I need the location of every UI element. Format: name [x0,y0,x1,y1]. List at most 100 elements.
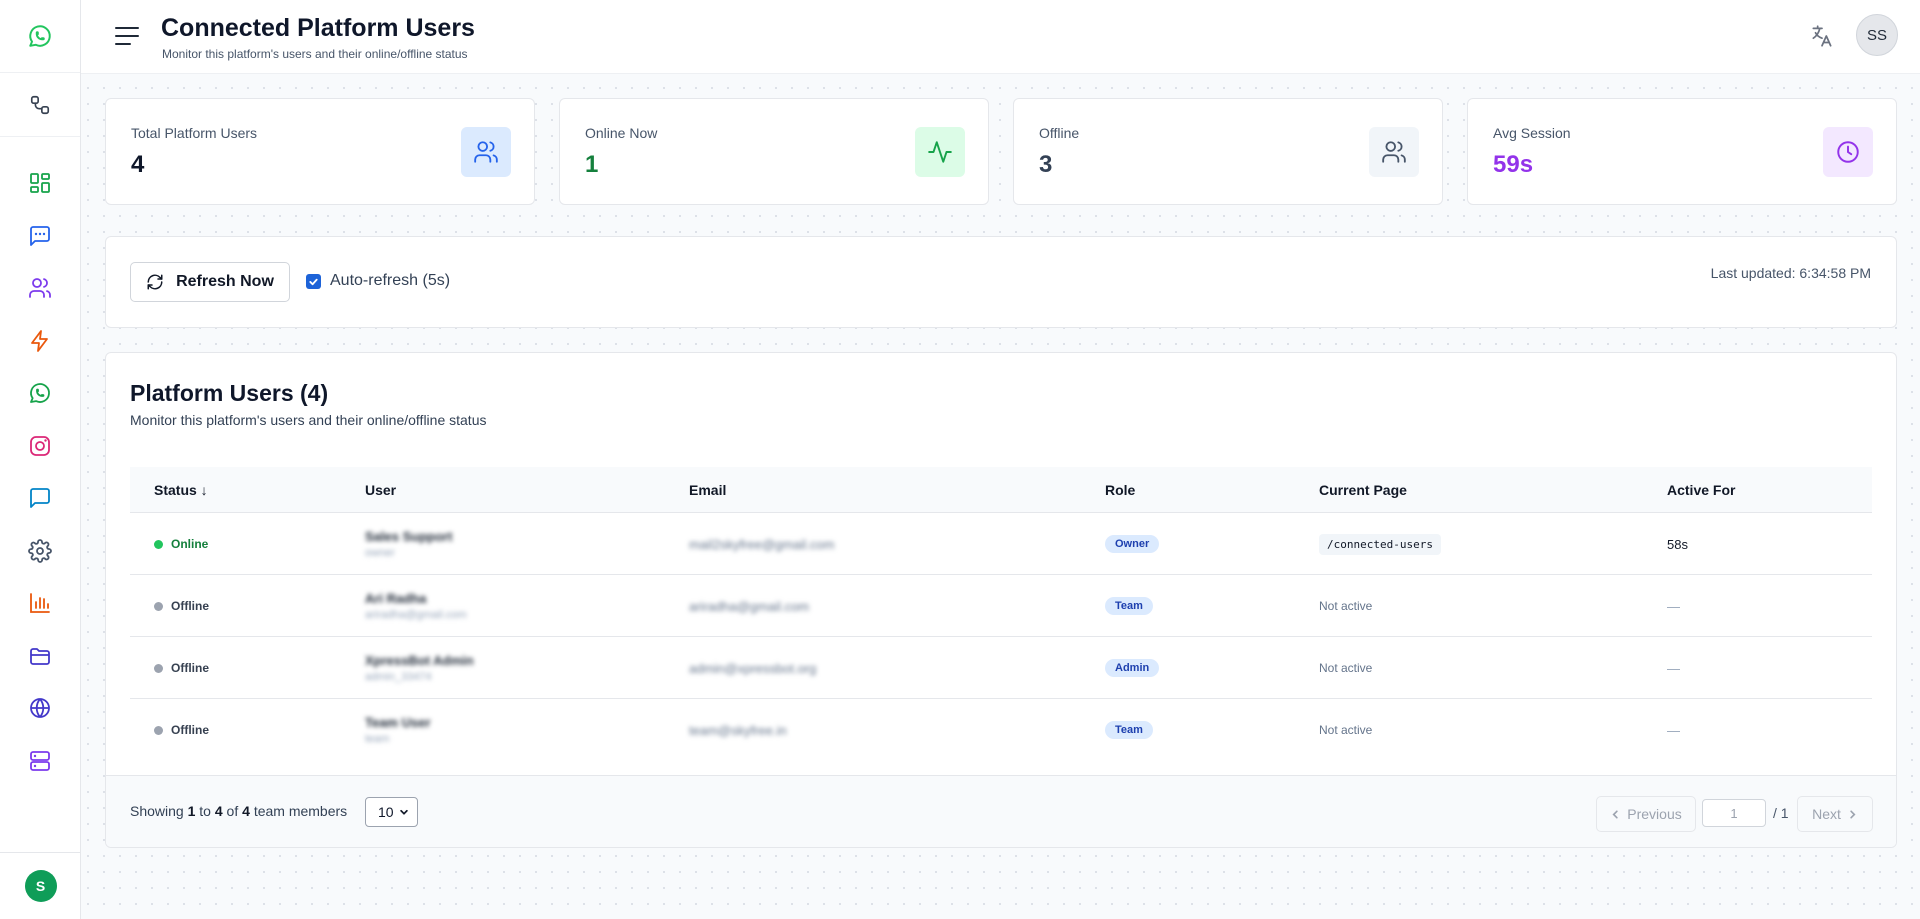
user-username: owner [365,547,395,559]
sidebar-item-dashboard[interactable] [0,157,81,210]
sidebar-item-users[interactable] [0,262,81,315]
auto-refresh-checkbox[interactable] [306,273,321,289]
active-for-cell: 58s [1667,536,1688,552]
check-icon [309,278,318,285]
sidebar-item-whatsapp[interactable] [0,367,81,420]
sidebar-item-analytics[interactable] [0,577,81,630]
current-page-cell: /connected-users [1319,513,1441,575]
sidebar-connections[interactable] [0,72,80,137]
stat-card-total-users: Total Platform Users 4 [105,98,535,205]
user-name: XpressBot Admin [365,653,474,668]
section-title: Platform Users (4) [130,380,329,406]
stat-value: 1 [585,151,599,178]
app-logo[interactable] [0,0,80,72]
refresh-icon [147,274,163,290]
last-updated-text: Last updated: 6:34:58 PM [1710,265,1871,281]
next-label: Next [1812,806,1841,822]
language-button[interactable] [1809,23,1835,49]
showing-from: 1 [187,803,196,819]
sidebar-item-messages[interactable] [0,210,81,263]
column-header-email: Email [689,482,727,498]
showing-to-word: to [199,803,211,819]
email-cell: ariradha@gmail.com [689,598,810,614]
sidebar-item-instagram[interactable] [0,420,81,473]
current-page-cell: Not active [1319,661,1373,675]
stat-icon-box [1369,127,1419,177]
showing-summary: Showing 1 to 4 of 4 team members [130,803,347,819]
instagram-icon [30,435,50,456]
settings-icon [28,538,52,563]
showing-prefix: Showing [130,803,184,819]
user-avatar[interactable]: SS [1856,14,1898,56]
sidebar-item-server[interactable] [0,735,81,788]
status-cell: Online [154,513,208,575]
refresh-now-button[interactable]: Refresh Now [130,262,290,302]
auto-refresh-toggle: Auto-refresh (5s) [306,272,450,290]
user-cell: Sales Support owner [365,513,452,575]
menu-toggle-button[interactable] [114,23,140,49]
role-badge: Team [1105,721,1153,739]
table-row: Offline Ari Radha ariradha@gmail.com ari… [130,575,1872,637]
status-dot [154,725,163,735]
column-header-status[interactable]: Status ↓ [154,482,208,498]
sidebar-item-settings[interactable] [0,525,81,578]
folder-icon [30,647,50,665]
whatsapp-logo-icon [29,25,51,47]
page-number-input[interactable]: 1 [1702,799,1766,827]
sidebar-item-chat[interactable] [0,472,81,525]
active-for-cell: — [1667,722,1680,738]
current-page-cell: Not active [1319,599,1373,613]
hamburger-icon [115,27,139,45]
users-table: Status ↓ User Email Role Current Page Ac… [130,467,1872,761]
user-cell: Ari Radha ariradha@gmail.com [365,575,467,637]
role-cell: Team [1105,575,1153,637]
platform-users-card: Platform Users (4) Monitor this platform… [105,352,1897,848]
sidebar-nav [0,157,81,787]
section-subtitle: Monitor this platform's users and their … [130,412,487,428]
users-icon [1382,141,1406,163]
table-row: Offline Team User team team@skyfree.in T… [130,699,1872,761]
status-dot [154,539,163,549]
sidebar-user-avatar[interactable]: S [24,870,57,902]
status-text: Offline [171,723,209,737]
current-page-cell: Not active [1319,723,1373,737]
stat-icon-box [1823,127,1873,177]
top-header: Connected Platform Users Monitor this pl… [81,0,1920,74]
sidebar: S [0,0,81,919]
per-page-value: 10 [378,804,394,820]
dashboard-icon [30,173,50,194]
per-page-select[interactable]: 10 [365,797,418,827]
role-badge: Team [1105,597,1153,615]
page-total: / 1 [1773,805,1789,821]
showing-of-word: of [226,803,239,819]
current-page-path: /connected-users [1319,533,1441,555]
status-cell: Offline [154,637,209,699]
column-header-user: User [365,482,397,498]
status-dot [154,663,163,673]
user-name: Sales Support [365,529,453,544]
email-cell: admin@xpressbot.org [689,660,817,676]
sidebar-item-automation[interactable] [0,315,81,368]
next-page-button[interactable]: Next [1797,796,1873,832]
status-text: Offline [171,599,209,613]
globe-icon [30,698,50,719]
column-header-role: Role [1105,482,1136,498]
users-icon [474,141,498,163]
active-for-cell: — [1667,598,1680,614]
role-cell: Owner [1105,513,1160,575]
chevron-down-icon [399,809,408,815]
showing-to: 4 [214,803,223,819]
column-header-active-for: Active For [1667,482,1736,498]
refresh-label: Refresh Now [176,273,274,290]
sidebar-item-web[interactable] [0,682,81,735]
previous-page-button[interactable]: Previous [1596,796,1696,832]
showing-total: 4 [242,803,250,819]
sidebar-item-files[interactable] [0,630,81,683]
role-cell: Team [1105,699,1153,761]
page-subtitle: Monitor this platform's users and their … [162,47,468,61]
table-row: Offline XpressBot Admin admin_33474 admi… [130,637,1872,699]
auto-refresh-label: Auto-refresh (5s) [330,272,451,289]
user-name: Ari Radha [365,591,427,606]
user-cell: XpressBot Admin admin_33474 [365,637,474,699]
chevron-left-icon [1612,809,1618,819]
